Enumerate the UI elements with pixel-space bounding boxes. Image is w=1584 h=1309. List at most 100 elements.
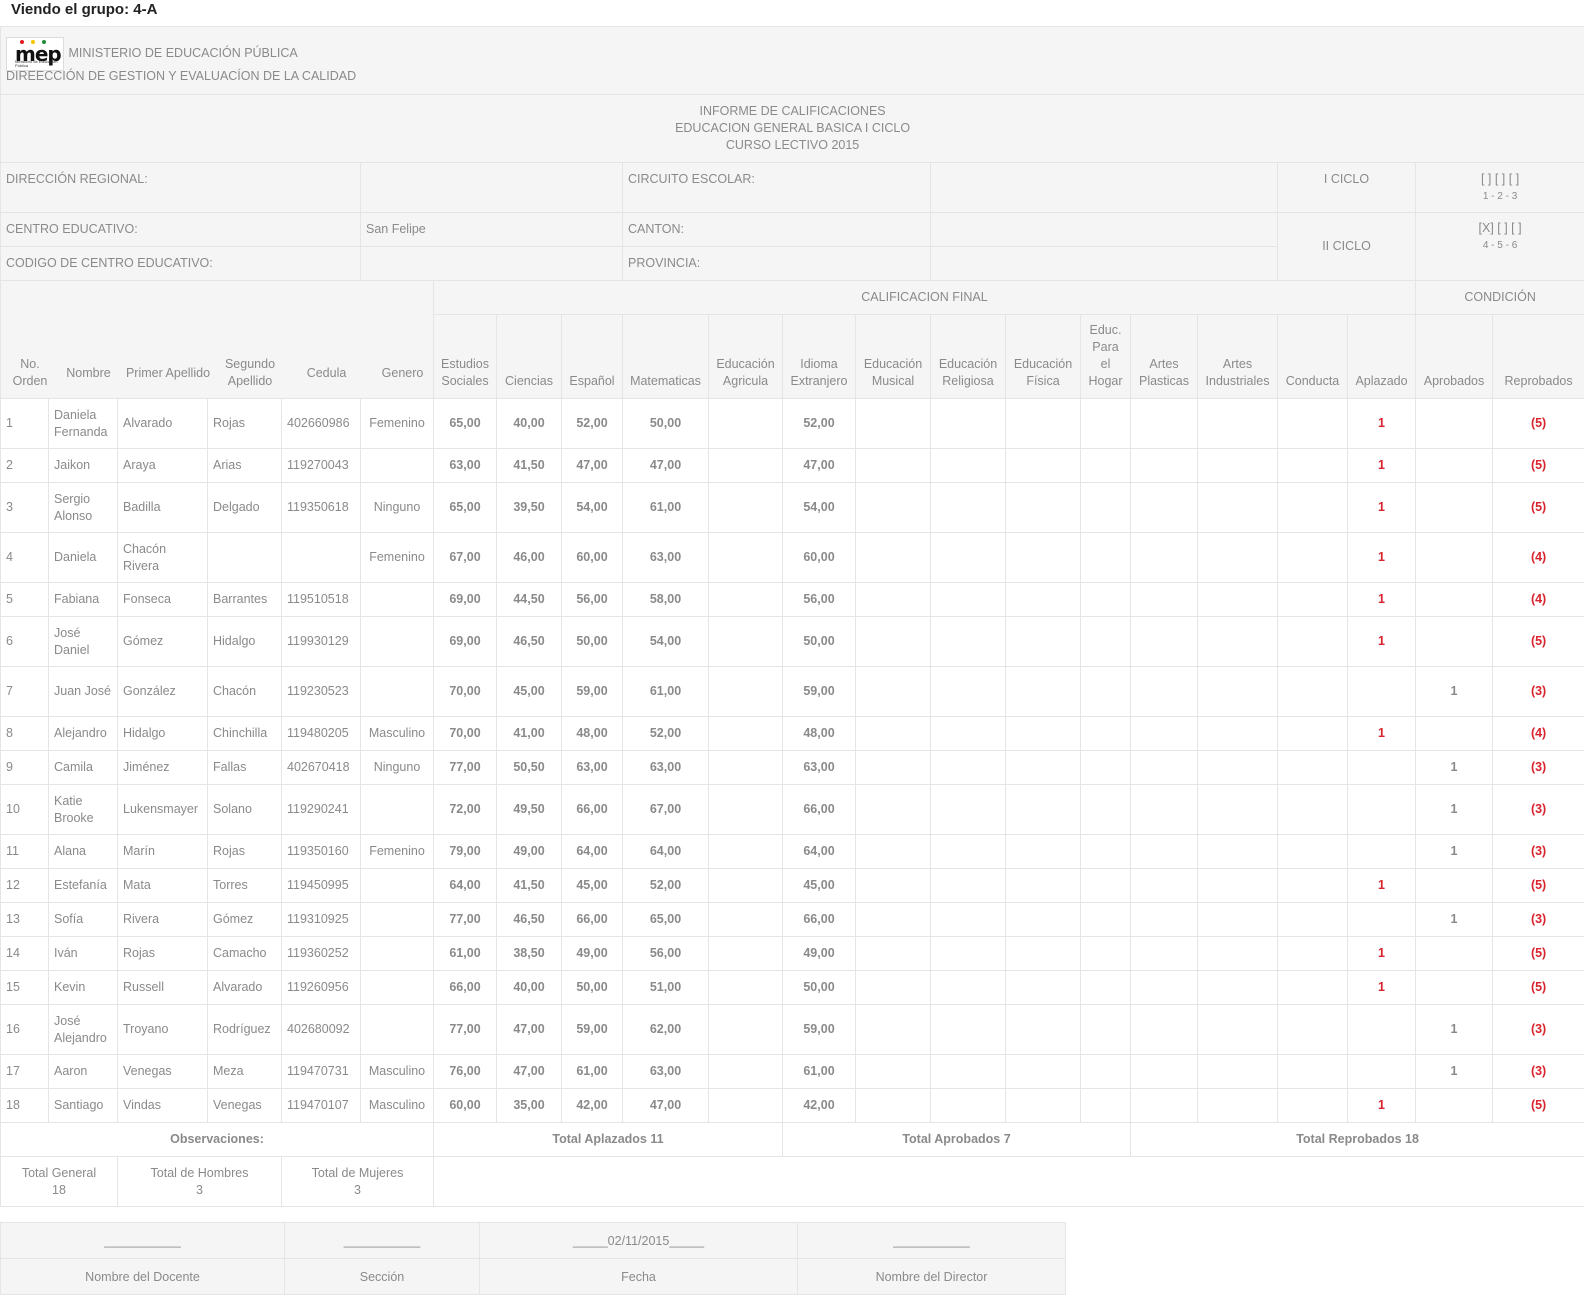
student-primer-apellido: Venegas [117, 1054, 208, 1089]
status-reprobados: (5) [1491, 448, 1584, 483]
seccion-signature-line: ___________ [284, 1222, 480, 1259]
grade-educacion-fisica [1005, 750, 1081, 785]
grade-educacion-religiosa [930, 582, 1006, 617]
student-primer-apellido: Lukensmayer [117, 784, 208, 835]
student-nombre: Fabiana [48, 582, 118, 617]
grade-educacion-religiosa [930, 716, 1006, 751]
grade-educ-hogar [1080, 868, 1131, 903]
grade-educacion-fisica [1005, 716, 1081, 751]
grade-educ-hogar [1080, 716, 1131, 751]
grade-artes-industriales [1197, 532, 1278, 583]
ciclo2-label: II CICLO [1277, 212, 1416, 281]
student-primer-apellido: Araya [117, 448, 208, 483]
ciclo2-options: [X] [ ] [ ] 4 - 5 - 6 [1414, 212, 1584, 281]
grade-educ-hogar [1080, 834, 1131, 869]
grade-educacion-musical [855, 716, 931, 751]
student-genero [360, 970, 434, 1005]
grade-matematicas: 50,00 [622, 398, 709, 449]
grade-educ-hogar [1080, 936, 1131, 971]
student-cedula: 119290241 [281, 784, 361, 835]
grade-ciencias: 35,00 [496, 1088, 562, 1123]
grade-artes-plasticas [1130, 582, 1198, 617]
grade-estudios-sociales: 77,00 [433, 1004, 497, 1055]
grade-educacion-agricula [708, 716, 783, 751]
col-cedula: Cedula [306, 365, 347, 380]
grade-artes-industriales [1197, 970, 1278, 1005]
status-aplazado: 1 [1347, 582, 1416, 617]
student-orden: 4 [0, 532, 49, 583]
grade-conducta [1277, 902, 1348, 937]
col-artes-plasticas: Artes Plasticas [1130, 314, 1198, 399]
student-cedula: 119470731 [281, 1054, 361, 1089]
status-aplazado [1347, 666, 1416, 717]
grade-educacion-musical [855, 936, 931, 971]
grade-educacion-agricula [708, 834, 783, 869]
status-reprobados: (5) [1491, 970, 1584, 1005]
grade-ciencias: 41,50 [496, 868, 562, 903]
status-aplazado: 1 [1347, 936, 1416, 971]
ciclo2-marks: [X] [ ] [ ] [1478, 221, 1522, 235]
grade-espanol: 47,00 [561, 448, 623, 483]
student-nombre: Camila [48, 750, 118, 785]
grade-espanol: 56,00 [561, 582, 623, 617]
total-general: Total General 18 [0, 1156, 118, 1207]
grade-conducta [1277, 532, 1348, 583]
grade-artes-industriales [1197, 1088, 1278, 1123]
grade-educacion-agricula [708, 784, 783, 835]
student-cedula: 119450995 [281, 868, 361, 903]
student-nombre: Sofía [48, 902, 118, 937]
grade-estudios-sociales: 77,00 [433, 750, 497, 785]
status-aplazado: 1 [1347, 868, 1416, 903]
page-title: Viendo el grupo: 4-A [11, 1, 158, 18]
grade-educacion-fisica [1005, 1004, 1081, 1055]
grade-estudios-sociales: 76,00 [433, 1054, 497, 1089]
student-cedula: 119310925 [281, 902, 361, 937]
status-reprobados: (3) [1491, 784, 1584, 835]
student-row: 13 Sofía Rivera Gómez 119310925 77,00 46,50 66,… [0, 902, 1584, 937]
status-aplazado [1347, 1054, 1416, 1089]
grade-educacion-fisica [1005, 902, 1081, 937]
grade-idioma-extranjero: 50,00 [782, 970, 856, 1005]
status-reprobados: (3) [1491, 1054, 1584, 1089]
grade-espanol: 66,00 [561, 902, 623, 937]
grade-estudios-sociales: 66,00 [433, 970, 497, 1005]
student-primer-apellido: Troyano [117, 1004, 208, 1055]
mep-logo-subtitle: Ministerio de Educación Pública [15, 58, 58, 68]
status-aplazado: 1 [1347, 398, 1416, 449]
student-orden: 7 [0, 666, 49, 717]
grade-artes-plasticas [1130, 448, 1198, 483]
grade-educacion-musical [855, 448, 931, 483]
grade-educacion-fisica [1005, 532, 1081, 583]
grade-artes-industriales [1197, 582, 1278, 617]
col-segundo-apellido: Segundo Apellido [224, 357, 276, 388]
grade-artes-plasticas [1130, 784, 1198, 835]
grade-matematicas: 56,00 [622, 936, 709, 971]
status-aprobados [1415, 868, 1493, 903]
grade-idioma-extranjero: 66,00 [782, 902, 856, 937]
grade-ciencias: 46,50 [496, 902, 562, 937]
grade-ciencias: 40,00 [496, 398, 562, 449]
grade-educacion-religiosa [930, 970, 1006, 1005]
grade-conducta [1277, 616, 1348, 667]
grade-ciencias: 49,50 [496, 784, 562, 835]
student-cedula [281, 532, 361, 583]
grade-educacion-fisica [1005, 936, 1081, 971]
grade-educacion-musical [855, 868, 931, 903]
grade-conducta [1277, 784, 1348, 835]
student-primer-apellido: Gómez [117, 616, 208, 667]
student-primer-apellido: Chacón Rivera [117, 532, 208, 583]
status-reprobados: (5) [1491, 482, 1584, 533]
grade-educacion-agricula [708, 1088, 783, 1123]
student-segundo-apellido: Meza [207, 1054, 282, 1089]
grade-estudios-sociales: 61,00 [433, 936, 497, 971]
student-row: 15 Kevin Russell Alvarado 119260956 66,00 40,0… [0, 970, 1584, 1005]
grade-artes-industriales [1197, 834, 1278, 869]
ciclo1-marks: [ ] [ ] [ ] [1480, 172, 1520, 186]
ciclo1-label: I CICLO [1277, 162, 1416, 213]
director-label: Nombre del Director [797, 1258, 1066, 1295]
grade-ciencias: 46,50 [496, 616, 562, 667]
grade-educ-hogar [1080, 784, 1131, 835]
student-cedula: 119260956 [281, 970, 361, 1005]
grade-educ-hogar [1080, 902, 1131, 937]
grade-espanol: 54,00 [561, 482, 623, 533]
